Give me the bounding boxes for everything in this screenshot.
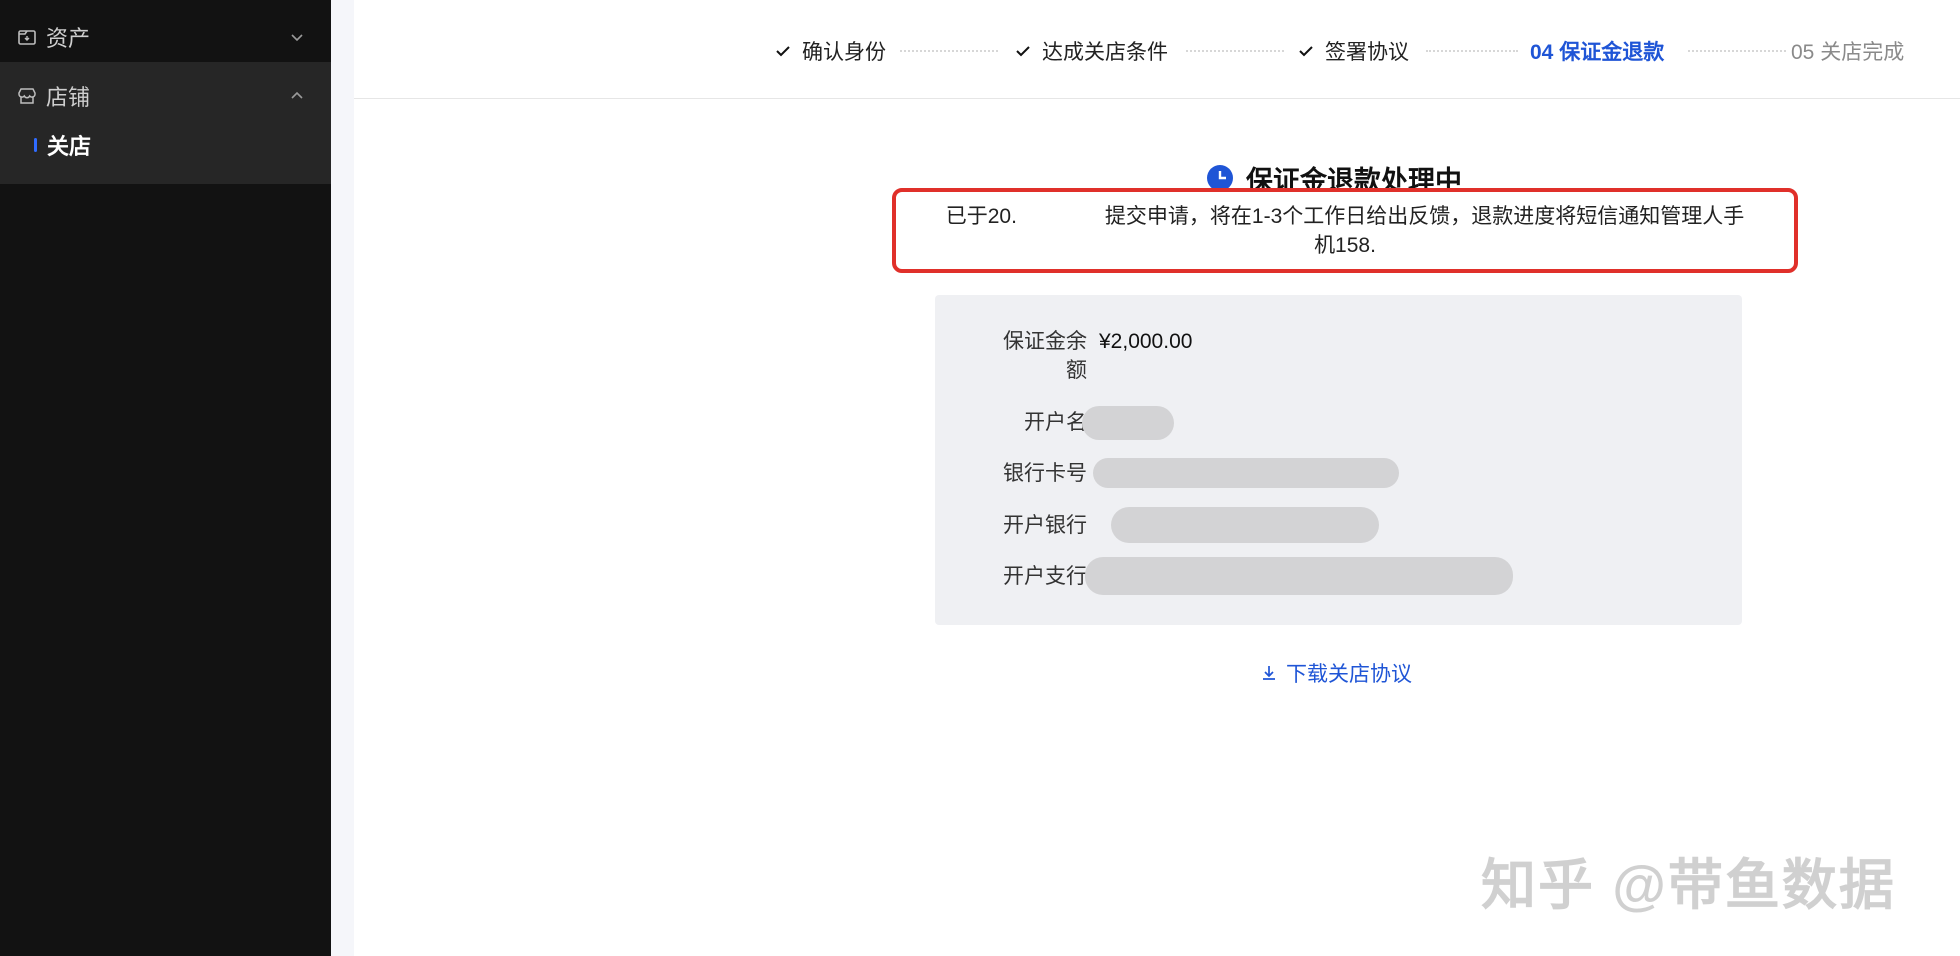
sidebar-item-close-shop[interactable]: 关店: [34, 130, 91, 160]
chevron-down-icon: [289, 29, 305, 45]
step-connector: [1688, 50, 1786, 52]
check-icon: [774, 42, 792, 60]
step-progress: 确认身份 达成关店条件 签署协议 04 保证金退款 05 关店完成: [354, 0, 1960, 99]
step-label: 05 关店完成: [1791, 41, 1905, 64]
step-close-complete: 05 关店完成: [1791, 36, 1904, 66]
notice-line-2: 机158.: [1314, 233, 1376, 257]
check-icon: [1014, 42, 1032, 60]
sidebar-item-label: 关店: [47, 134, 92, 159]
shop-icon: [16, 85, 38, 107]
sidebar-group-label: 资产: [46, 26, 91, 51]
asset-box-icon: [16, 26, 38, 48]
download-label: 下载关店协议: [1286, 663, 1412, 686]
notice-suffix: 提交申请，将在1-3个工作日给出反馈，退款进度将短信通知管理人手: [1104, 204, 1745, 228]
step-label: 签署协议: [1325, 41, 1409, 64]
redacted-branch: [1085, 557, 1513, 595]
sidebar: 资产 店铺 关店: [0, 0, 331, 956]
step-label: 04 保证金退款: [1530, 41, 1665, 64]
step-label: 达成关店条件: [1042, 41, 1168, 64]
chevron-up-icon: [289, 88, 305, 104]
active-indicator: [34, 138, 37, 152]
sidebar-group-label: 店铺: [46, 85, 91, 110]
check-icon: [1297, 42, 1315, 60]
notice-prefix: 已于20.: [945, 204, 1017, 228]
balance-value: ¥2,000.00: [1099, 330, 1193, 353]
step-connector: [1426, 50, 1518, 52]
download-agreement-link[interactable]: 下载关店协议: [1260, 658, 1412, 688]
balance-label-line: 额: [1066, 359, 1087, 382]
branch-label: 开户支行: [1003, 565, 1087, 588]
card-number-label: 银行卡号: [1003, 462, 1087, 485]
account-name-label: 开户名: [1024, 411, 1087, 434]
step-connector: [900, 50, 998, 52]
shop-submenu: 关店: [0, 115, 331, 184]
watermark: 知乎 @带鱼数据: [1481, 854, 1896, 916]
sidebar-group-assets[interactable]: 资产: [0, 6, 331, 68]
step-connector: [1186, 50, 1284, 52]
balance-label: 保证金余 额: [1003, 327, 1087, 385]
redacted-account-name: [1082, 406, 1174, 440]
step-sign-agreement: 签署协议: [1297, 36, 1409, 66]
redacted-bank: [1111, 507, 1379, 543]
step-confirm-identity: 确认身份: [774, 36, 886, 66]
main-panel: 确认身份 达成关店条件 签署协议 04 保证金退款 05 关店完成 保证金退款处…: [354, 0, 1960, 956]
redacted-card-number: [1093, 458, 1399, 488]
notice-line-1: 已于20. 提交申请，将在1-3个工作日给出反馈，退款进度将短信通知管理人手: [946, 202, 1745, 231]
bank-label: 开户银行: [1003, 514, 1087, 537]
step-meet-conditions: 达成关店条件: [1014, 36, 1168, 66]
account-info-card: 保证金余 额 ¥2,000.00 开户名 银行卡号 开户银行 开户支行: [935, 295, 1742, 625]
refund-notice: 已于20. 提交申请，将在1-3个工作日给出反馈，退款进度将短信通知管理人手 机1…: [892, 188, 1798, 273]
step-label: 确认身份: [802, 41, 886, 64]
download-icon: [1260, 664, 1278, 682]
balance-label-line: 保证金余: [1003, 330, 1087, 353]
step-deposit-refund: 04 保证金退款: [1530, 36, 1664, 66]
